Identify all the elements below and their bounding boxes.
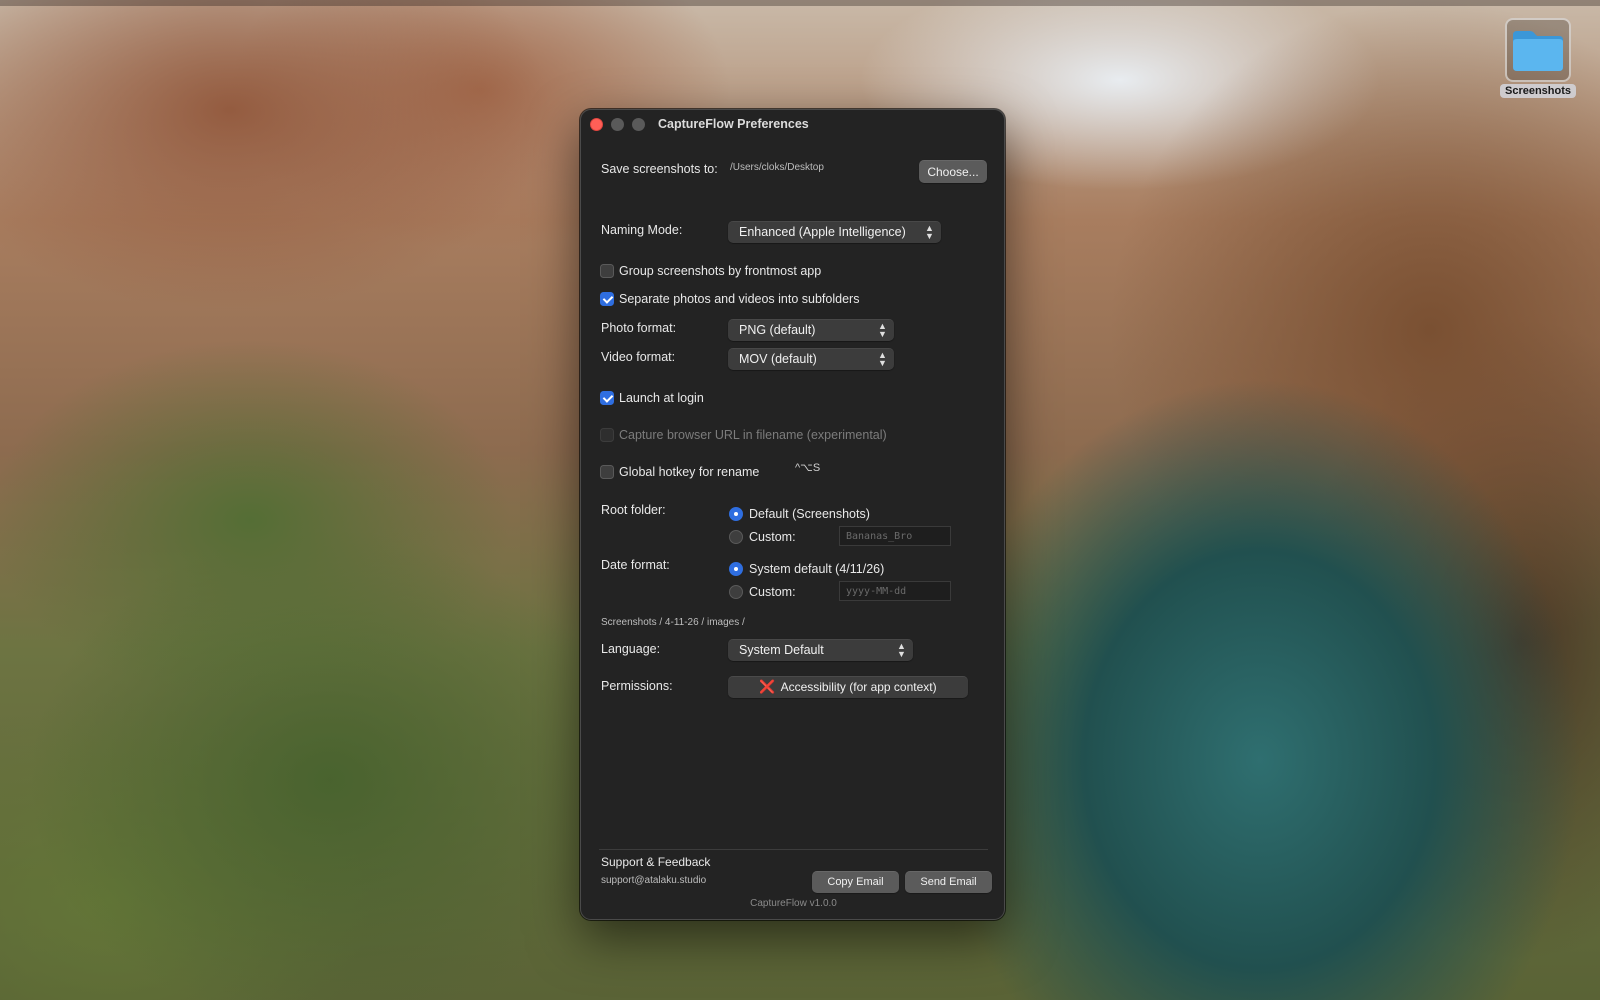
date-format-default-label: System default (4/11/26) — [749, 562, 885, 576]
video-format-label: Video format: — [601, 350, 676, 364]
zoom-button[interactable] — [632, 118, 645, 131]
copy-email-button[interactable]: Copy Email — [812, 871, 899, 893]
date-format-default-radio[interactable] — [729, 562, 743, 576]
close-button[interactable] — [590, 118, 603, 131]
updown-chevron-icon: ▲ ▼ — [878, 350, 887, 368]
support-divider — [599, 849, 988, 850]
folder-icon — [1505, 18, 1571, 82]
language-popup[interactable]: System Default ▲ ▼ — [728, 639, 913, 661]
minimize-button[interactable] — [611, 118, 624, 131]
folder-label: Screenshots — [1499, 84, 1577, 98]
save-location-path: /Users/cloks/Desktop — [730, 162, 824, 173]
language-value: System Default — [739, 643, 824, 657]
date-format-label: Date format: — [601, 558, 670, 572]
permissions-label: Permissions: — [601, 679, 673, 693]
root-folder-custom-input[interactable]: Bananas_Bro — [839, 526, 951, 546]
updown-chevron-icon: ▲ ▼ — [925, 223, 934, 241]
separate-media-checkbox[interactable] — [600, 292, 614, 306]
group-by-app-checkbox[interactable] — [600, 264, 614, 278]
global-hotkey-checkbox[interactable] — [600, 465, 614, 479]
support-email: support@atalaku.studio — [601, 875, 707, 886]
root-folder-label: Root folder: — [601, 503, 666, 517]
group-by-app-label: Group screenshots by frontmost app — [619, 264, 822, 278]
date-format-custom-input[interactable]: yyyy-MM-dd — [839, 581, 951, 601]
root-folder-custom-radio[interactable] — [729, 530, 743, 544]
date-format-custom-label: Custom: — [749, 585, 796, 599]
preferences-window: CaptureFlow Preferences Save screenshots… — [580, 109, 1005, 920]
launch-at-login-label: Launch at login — [619, 391, 704, 405]
root-folder-default-label: Default (Screenshots) — [749, 507, 870, 521]
choose-folder-button[interactable]: Choose... — [919, 160, 987, 183]
menu-bar — [0, 0, 1600, 6]
launch-at-login-checkbox[interactable] — [600, 391, 614, 405]
root-folder-default-radio[interactable] — [729, 507, 743, 521]
date-format-custom-radio[interactable] — [729, 585, 743, 599]
title-bar: CaptureFlow Preferences — [581, 110, 1004, 138]
capture-url-label: Capture browser URL in filename (experim… — [619, 428, 887, 442]
separate-media-label: Separate photos and videos into subfolde… — [619, 292, 860, 306]
global-hotkey-label: Global hotkey for rename — [619, 465, 760, 479]
accessibility-permission-button[interactable]: ❌ Accessibility (for app context) — [728, 676, 968, 698]
capture-url-checkbox[interactable] — [600, 428, 614, 442]
error-x-icon: ❌ — [759, 679, 776, 694]
naming-mode-label: Naming Mode: — [601, 223, 683, 237]
photo-format-value: PNG (default) — [739, 323, 816, 337]
photo-format-label: Photo format: — [601, 321, 677, 335]
updown-chevron-icon: ▲ ▼ — [897, 641, 906, 659]
app-version: CaptureFlow v1.0.0 — [750, 898, 837, 909]
desktop-folder-screenshots[interactable]: Screenshots — [1498, 18, 1578, 102]
hotkey-shortcut[interactable]: ^⌥S — [795, 461, 820, 474]
naming-mode-popup[interactable]: Enhanced (Apple Intelligence) ▲ ▼ — [728, 221, 941, 243]
language-label: Language: — [601, 642, 661, 656]
support-title: Support & Feedback — [601, 855, 711, 869]
video-format-popup[interactable]: MOV (default) ▲ ▼ — [728, 348, 894, 370]
video-format-value: MOV (default) — [739, 352, 817, 366]
photo-format-popup[interactable]: PNG (default) ▲ ▼ — [728, 319, 894, 341]
path-preview: Screenshots / 4-11-26 / images / — [601, 617, 745, 628]
root-folder-custom-label: Custom: — [749, 530, 796, 544]
naming-mode-value: Enhanced (Apple Intelligence) — [739, 225, 906, 239]
window-title: CaptureFlow Preferences — [658, 117, 809, 131]
updown-chevron-icon: ▲ ▼ — [878, 321, 887, 339]
send-email-button[interactable]: Send Email — [905, 871, 992, 893]
save-location-label: Save screenshots to: — [601, 162, 718, 176]
accessibility-permission-label: Accessibility (for app context) — [780, 680, 937, 694]
